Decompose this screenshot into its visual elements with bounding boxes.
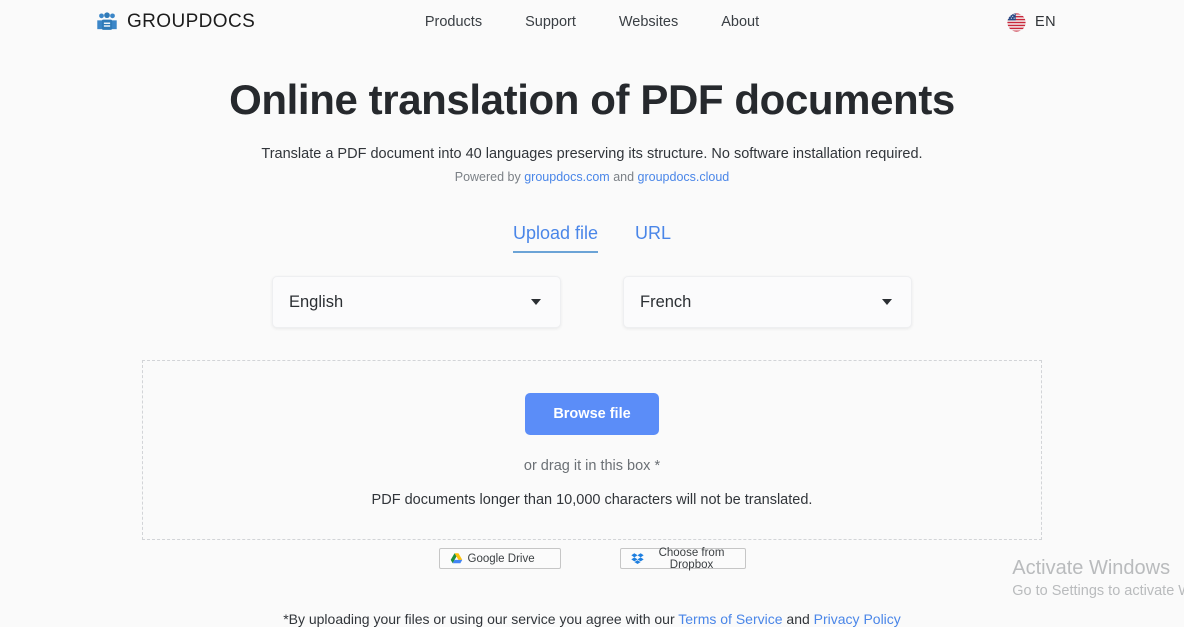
source-language-select[interactable]: English [272,276,561,329]
google-drive-button[interactable]: Google Drive [438,548,561,570]
powered-by-line: Powered by groupdocs.com and groupdocs.c… [0,170,1184,184]
site-header: GROUPDOCS Products Support Websites Abou… [0,0,1184,44]
dropbox-button[interactable]: Choose from Dropbox [619,546,746,571]
tab-upload-file[interactable]: Upload file [512,223,599,254]
file-drop-zone[interactable]: Browse file or drag it in this box * PDF… [142,360,1042,541]
main-navigation: Products Support Websites About [425,14,759,30]
brand-logo-link[interactable]: GROUPDOCS [96,11,255,33]
source-language-value: English [289,292,344,311]
dropbox-icon [630,552,644,565]
tab-url[interactable]: URL [635,223,671,253]
groupdocs-cloud-link[interactable]: groupdocs.cloud [638,170,730,184]
source-tabs: Upload file URL [0,223,1184,254]
nav-item-products[interactable]: Products [425,14,482,30]
watermark-subtitle: Go to Settings to activate W [1012,583,1184,600]
powered-by-prefix: Powered by [454,170,521,185]
google-drive-label: Google Drive [467,552,535,565]
chevron-down-icon [882,299,892,306]
nav-item-about[interactable]: About [721,14,759,30]
google-drive-icon [450,552,463,565]
language-selectors: English French [0,276,1184,329]
language-code: EN [1035,14,1056,30]
target-language-value: French [640,292,692,311]
page-subtitle: Translate a PDF document into 40 languag… [261,146,923,163]
nav-item-support[interactable]: Support [525,14,576,30]
target-language-select[interactable]: French [623,276,912,329]
browse-file-button[interactable]: Browse file [525,392,659,435]
cloud-import-buttons: Google Drive Choose from Dropbox [0,546,1184,571]
page-title: Online translation of PDF documents [229,76,955,123]
groupdocs-com-link[interactable]: groupdocs.com [524,170,609,184]
nav-item-websites[interactable]: Websites [619,14,678,30]
dropbox-label: Choose from Dropbox [658,546,725,571]
powered-by-and: and [613,170,635,185]
chevron-down-icon [531,299,541,306]
hero-section: Online translation of PDF documents Tran… [0,76,1184,184]
us-flag-icon [1007,12,1026,32]
brand-name: GROUPDOCS [127,11,256,32]
drag-hint-text: or drag it in this box * [523,457,661,474]
group-people-icon [96,11,118,33]
character-limit-text: PDF documents longer than 10,000 charact… [371,491,813,508]
language-switcher[interactable]: EN [1007,12,1056,32]
